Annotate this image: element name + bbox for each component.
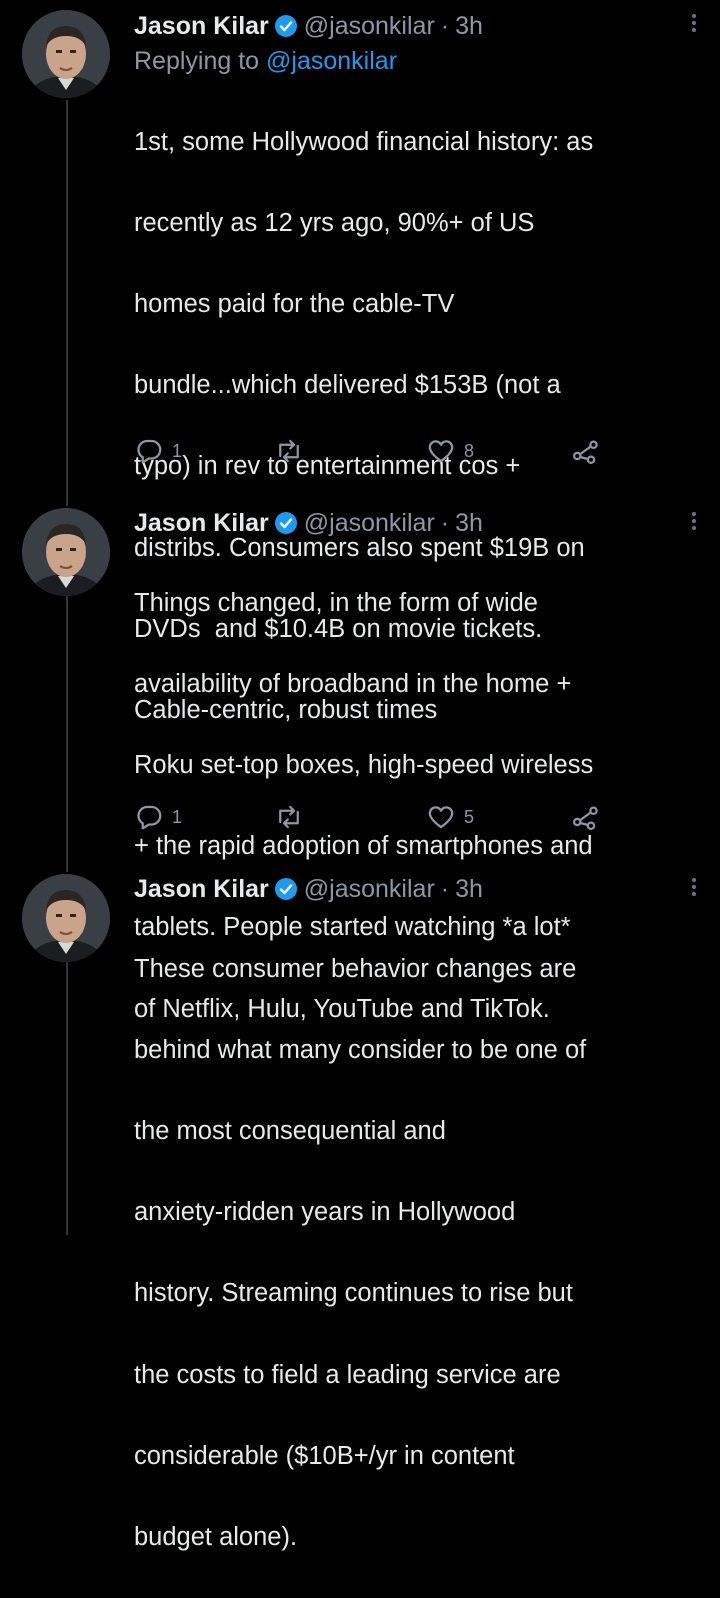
more-options-icon[interactable] [692,512,698,530]
reply-button[interactable]: 1 [134,802,182,832]
avatar[interactable] [22,874,110,962]
tweet-text-line: the costs to field a leading service are [134,1360,561,1389]
more-options-icon[interactable] [692,878,698,896]
reply-button[interactable]: 1 [134,436,182,466]
replying-to-prefix: Replying to [134,47,260,75]
author-handle[interactable]: @jasonkilar [304,12,435,41]
tweet-text-line: anxiety-ridden years in Hollywood [134,1198,516,1227]
author-name[interactable]: Jason Kilar [134,875,269,904]
tweet-text-line: recently as 12 yrs ago, 90%+ of US [134,208,535,237]
retweet-button[interactable] [274,802,304,832]
author-handle[interactable]: @jasonkilar [304,875,435,904]
tweet-text-line: bundle...which delivered $153B (not a [134,371,561,400]
tweet-timestamp[interactable]: 3h [455,12,483,41]
avatar[interactable] [22,10,110,98]
avatar-portrait [22,10,110,98]
tweet[interactable]: Jason Kilar @jasonkilar · 3h These consu… [0,860,720,1551]
tweet-timestamp[interactable]: 3h [455,875,483,904]
tweet[interactable]: Jason Kilar @jasonkilar · 3h Things chan… [0,490,720,1023]
tweet-text-line: Roku set-top boxes, high-speed wireless [134,750,594,779]
retweet-icon [274,436,304,466]
verified-badge-icon [274,14,298,38]
tweet-text-line: budget alone). [134,1522,298,1551]
share-icon [570,802,602,832]
like-count: 8 [464,440,475,461]
tweet-body: These consumer behavior changes are behi… [134,908,704,1598]
reply-icon [134,802,164,832]
tweet-text-line: availability of broadband in the home + [134,669,572,698]
tweet-header: Jason Kilar @jasonkilar · 3h [134,872,704,906]
avatar-portrait [22,508,110,596]
author-name[interactable]: Jason Kilar [134,12,269,41]
author-name[interactable]: Jason Kilar [134,509,269,538]
tweet-text-line: These consumer behavior changes are [134,954,577,983]
tweet-text-line: 1st, some Hollywood financial history: a… [134,127,594,156]
tweet[interactable]: Jason Kilar @jasonkilar · 3h Replying to… [0,0,720,724]
tweet-text-line: homes paid for the cable-TV [134,289,455,318]
tweet-timestamp[interactable]: 3h [455,509,483,538]
like-button[interactable]: 8 [426,436,474,466]
separator-dot: · [440,11,450,40]
share-button[interactable] [570,802,602,832]
tweet-text-line: Things changed, in the form of wide [134,588,538,617]
reply-count: 1 [172,806,183,827]
tweet-header: Jason Kilar @jasonkilar · 3h [134,9,704,43]
like-count: 5 [464,806,475,827]
like-button[interactable]: 5 [426,802,474,832]
heart-icon [426,436,456,466]
verified-badge-icon [274,511,298,535]
share-icon [570,436,602,466]
tweet-actions: 1 5 [134,802,614,836]
avatar-portrait [22,874,110,962]
tweet-text-line: history. Streaming continues to rise but [134,1279,573,1308]
replying-to-line: Replying to @jasonkilar [134,43,704,79]
replying-to-mention[interactable]: @jasonkilar [266,47,397,75]
tweet-text-line: behind what many consider to be one of [134,1035,587,1064]
more-options-icon[interactable] [692,14,698,32]
reply-count: 1 [172,440,183,461]
separator-dot: · [440,874,450,903]
retweet-button[interactable] [274,436,304,466]
verified-badge-icon [274,877,298,901]
avatar[interactable] [22,508,110,596]
retweet-icon [274,802,304,832]
separator-dot: · [440,508,450,537]
heart-icon [426,802,456,832]
tweet-text-line: the most consequential and [134,1116,446,1145]
tweet-text-line: considerable ($10B+/yr in content [134,1441,515,1470]
tweet-header: Jason Kilar @jasonkilar · 3h [134,506,704,540]
author-handle[interactable]: @jasonkilar [304,509,435,538]
share-button[interactable] [570,436,602,466]
tweet-actions: 1 8 [134,436,614,470]
reply-icon [134,436,164,466]
